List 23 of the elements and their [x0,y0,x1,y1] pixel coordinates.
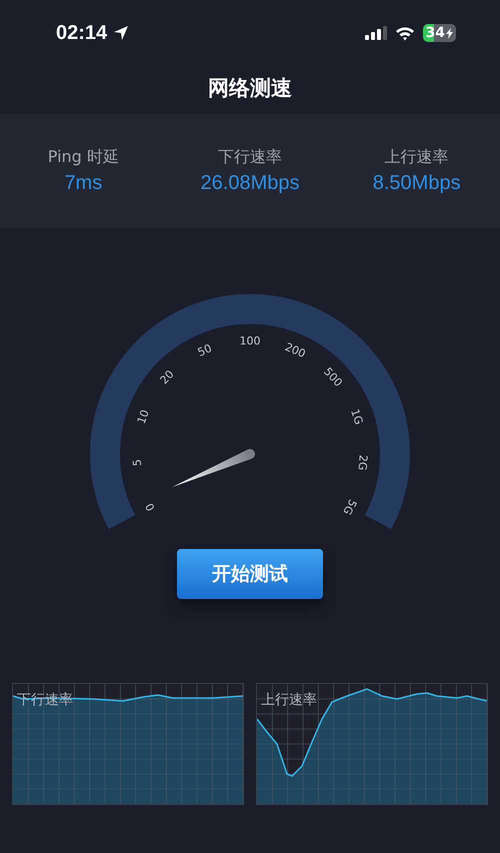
gauge-tick-label: 200 [283,340,308,361]
signal-icon [364,26,387,40]
gauge-tick-label: 100 [240,334,260,348]
gauge-tick-label: 5G [340,497,360,517]
gauge-tick-label: 10 [134,408,152,426]
status-time: 02:14 [56,22,108,44]
wifi-icon [394,26,415,40]
start-test-button[interactable]: 开始测试 [177,549,323,599]
location-arrow-icon [113,25,130,41]
stat-value: 7ms [64,172,102,195]
gauge-tick-label: 5 [130,458,144,467]
gauge-tick-label: 2G [356,454,370,471]
gauge-tick-label: 20 [158,368,177,387]
gauge-tick-label: 50 [196,342,214,360]
stat-value: 26.08Mbps [200,172,300,195]
gauge-tick-label: 1G [348,407,366,426]
stat-label: 上行速率 [384,147,449,168]
graph-label: 上行速率 [261,691,317,709]
gauge-tick-label: 0 [142,500,158,514]
stat-label: 下行速率 [218,147,282,168]
page-title: 网络测速 [207,75,293,102]
stat-value: 8.50Mbps [372,172,461,195]
stat-label: Ping 时延 [48,147,119,168]
